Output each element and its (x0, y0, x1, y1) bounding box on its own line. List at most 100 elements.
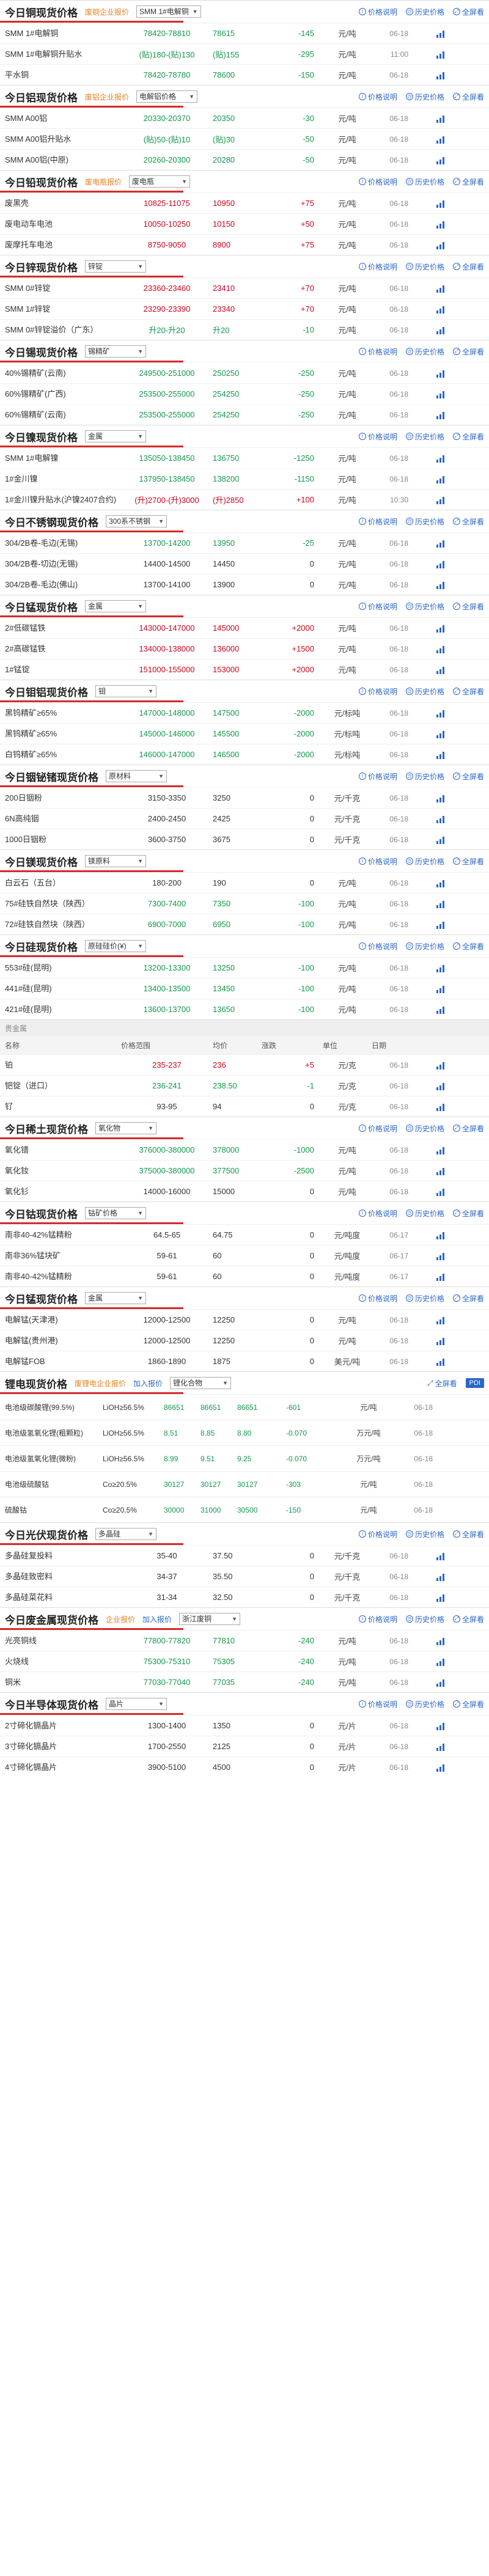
trend-chart-icon[interactable] (436, 1594, 445, 1602)
enterprise-quote-link[interactable]: 废铜企业报价 (85, 7, 129, 17)
category-select[interactable]: SMM 1#电解铜 ▼ (136, 6, 201, 18)
fullscreen-link[interactable]: ⤢ 全屏看 (452, 856, 484, 867)
trend-chart-icon[interactable] (436, 900, 445, 908)
trend-chart-icon[interactable] (436, 391, 445, 398)
trend-chart-icon[interactable] (436, 1552, 445, 1560)
enterprise-quote-link[interactable]: 废电瓶报价 (85, 177, 122, 187)
category-select[interactable]: 锡精矿 ▼ (85, 345, 146, 358)
category-select[interactable]: 原硅硅价(¥) ▼ (85, 940, 146, 952)
history-link[interactable]: ◷ 历史价格 (405, 431, 444, 442)
fullscreen-link[interactable]: ⤢ 全屏看 (452, 1614, 484, 1624)
category-select[interactable]: 晶片 ▼ (106, 1698, 167, 1710)
trend-chart-icon[interactable] (436, 1358, 445, 1366)
trend-chart-icon[interactable] (436, 921, 445, 929)
fullscreen-link[interactable]: ⤢ 全屏看 (452, 92, 484, 102)
trend-chart-icon[interactable] (436, 751, 445, 759)
trend-chart-icon[interactable] (436, 730, 445, 738)
trend-chart-icon[interactable] (436, 710, 445, 717)
category-select[interactable]: 电解铝价格 ▼ (136, 90, 198, 103)
trend-chart-icon[interactable] (436, 1337, 445, 1345)
trend-chart-icon[interactable] (436, 879, 445, 887)
trend-chart-icon[interactable] (436, 326, 445, 334)
fullscreen-link[interactable]: ⤢ 全屏看 (427, 1378, 457, 1389)
fullscreen-link[interactable]: ⤢ 全屏看 (452, 941, 484, 952)
enterprise-quote-link[interactable]: 废铝企业报价 (85, 92, 129, 102)
price-desc-link[interactable]: i 价格说明 (358, 1293, 397, 1304)
trend-chart-icon[interactable] (436, 221, 445, 229)
price-desc-link[interactable]: i 价格说明 (358, 686, 397, 697)
trend-chart-icon[interactable] (436, 1743, 445, 1751)
trend-chart-icon[interactable] (436, 1006, 445, 1014)
trend-chart-icon[interactable] (436, 836, 445, 844)
trend-chart-icon[interactable] (436, 115, 445, 123)
category-select[interactable]: 多晶硅 ▼ (95, 1528, 156, 1540)
price-desc-link[interactable]: i 价格说明 (358, 1123, 397, 1134)
history-link[interactable]: ◷ 历史价格 (405, 856, 444, 867)
trend-chart-icon[interactable] (436, 411, 445, 419)
category-select[interactable]: 锌锭 ▼ (85, 260, 146, 273)
fullscreen-link[interactable]: ⤢ 全屏看 (452, 1293, 484, 1304)
history-link[interactable]: ◷ 历史价格 (405, 1293, 444, 1304)
trend-chart-icon[interactable] (436, 1103, 445, 1111)
join-quote-link[interactable]: 加入报价 (142, 1614, 172, 1624)
trend-chart-icon[interactable] (436, 985, 445, 993)
trend-chart-icon[interactable] (436, 1167, 445, 1175)
fullscreen-link[interactable]: ⤢ 全屏看 (452, 431, 484, 442)
history-link[interactable]: ◷ 历史价格 (405, 347, 444, 357)
history-link[interactable]: ◷ 历史价格 (405, 771, 444, 782)
history-link[interactable]: ◷ 历史价格 (405, 7, 444, 17)
price-desc-link[interactable]: i 价格说明 (358, 431, 397, 442)
trend-chart-icon[interactable] (436, 136, 445, 144)
fullscreen-link[interactable]: ⤢ 全屏看 (452, 601, 484, 612)
fullscreen-link[interactable]: ⤢ 全屏看 (452, 771, 484, 782)
history-link[interactable]: ◷ 历史价格 (405, 516, 444, 527)
fullscreen-link[interactable]: ⤢ 全屏看 (452, 1123, 484, 1134)
price-desc-link[interactable]: i 价格说明 (358, 856, 397, 867)
trend-chart-icon[interactable] (436, 1231, 445, 1239)
trend-chart-icon[interactable] (436, 1679, 445, 1687)
price-desc-link[interactable]: i 价格说明 (358, 347, 397, 357)
history-link[interactable]: ◷ 历史价格 (405, 262, 444, 272)
trend-chart-icon[interactable] (436, 156, 445, 164)
price-desc-link[interactable]: i 价格说明 (358, 177, 397, 187)
trend-chart-icon[interactable] (436, 200, 445, 208)
fullscreen-link[interactable]: ⤢ 全屏看 (452, 1208, 484, 1219)
category-select[interactable]: 氧化物 ▼ (95, 1122, 156, 1134)
history-link[interactable]: ◷ 历史价格 (405, 686, 444, 697)
trend-chart-icon[interactable] (436, 1062, 445, 1070)
category-select[interactable]: 金属 ▼ (85, 1292, 146, 1304)
trend-chart-icon[interactable] (436, 1764, 445, 1772)
history-link[interactable]: ◷ 历史价格 (405, 1614, 444, 1624)
trend-chart-icon[interactable] (436, 815, 445, 823)
trend-chart-icon[interactable] (436, 51, 445, 59)
price-desc-link[interactable]: i 价格说明 (358, 262, 397, 272)
fullscreen-link[interactable]: ⤢ 全屏看 (452, 7, 484, 17)
fullscreen-link[interactable]: ⤢ 全屏看 (452, 177, 484, 187)
category-select[interactable]: 钼 ▼ (95, 685, 156, 697)
category-select[interactable]: 金属 ▼ (85, 430, 146, 442)
category-select[interactable]: 300系不锈钢 ▼ (106, 515, 167, 527)
price-desc-link[interactable]: i 价格说明 (358, 516, 397, 527)
trend-chart-icon[interactable] (436, 794, 445, 802)
trend-chart-icon[interactable] (436, 540, 445, 548)
trend-chart-icon[interactable] (436, 306, 445, 314)
trend-chart-icon[interactable] (436, 1252, 445, 1260)
history-link[interactable]: ◷ 历史价格 (405, 601, 444, 612)
join-quote-link[interactable]: 加入报价 (133, 1378, 163, 1389)
price-desc-link[interactable]: i 价格说明 (358, 1699, 397, 1709)
enterprise-quote-link[interactable]: 企业报价 (106, 1614, 135, 1624)
trend-chart-icon[interactable] (436, 370, 445, 378)
history-link[interactable]: ◷ 历史价格 (405, 92, 444, 102)
trend-chart-icon[interactable] (436, 72, 445, 79)
trend-chart-icon[interactable] (436, 560, 445, 568)
category-select[interactable]: 钴矿价格 ▼ (85, 1207, 146, 1219)
price-desc-link[interactable]: i 价格说明 (358, 771, 397, 782)
history-link[interactable]: ◷ 历史价格 (405, 1208, 444, 1219)
trend-chart-icon[interactable] (436, 1573, 445, 1581)
trend-chart-icon[interactable] (436, 1316, 445, 1324)
trend-chart-icon[interactable] (436, 1273, 445, 1281)
trend-chart-icon[interactable] (436, 581, 445, 589)
price-desc-link[interactable]: i 价格说明 (358, 1614, 397, 1624)
fullscreen-link[interactable]: ⤢ 全屏看 (452, 516, 484, 527)
history-link[interactable]: ◷ 历史价格 (405, 177, 444, 187)
